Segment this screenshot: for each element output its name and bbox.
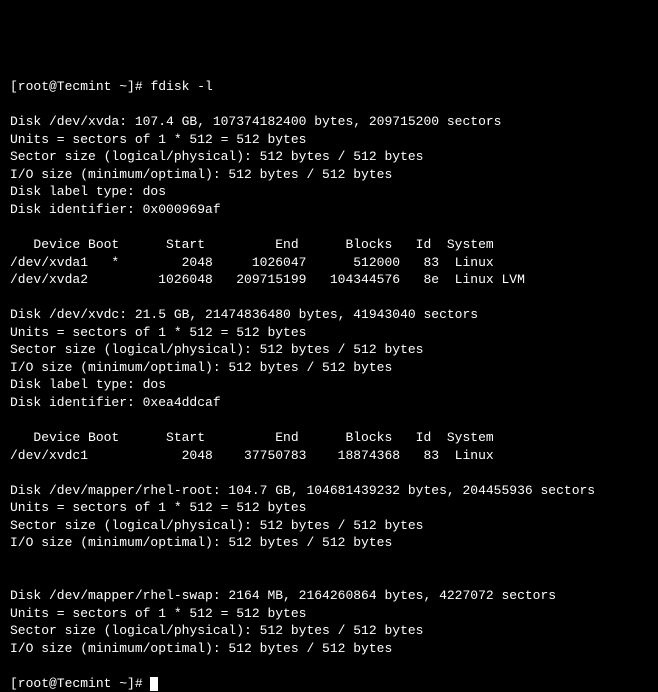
disk-sector: Sector size (logical/physical): 512 byte… xyxy=(10,149,423,164)
partition-row: /dev/xvdc1 2048 37750783 18874368 83 Lin… xyxy=(10,448,494,463)
partition-col-header: Device Boot Start End Blocks Id System xyxy=(10,237,494,252)
disk-io: I/O size (minimum/optimal): 512 bytes / … xyxy=(10,167,392,182)
disk-label: Disk label type: dos xyxy=(10,184,166,199)
disk-units: Units = sectors of 1 * 512 = 512 bytes xyxy=(10,606,306,621)
disk-id: Disk identifier: 0x000969af xyxy=(10,202,221,217)
disk-label: Disk label type: dos xyxy=(10,377,166,392)
disk-id: Disk identifier: 0xea4ddcaf xyxy=(10,395,221,410)
cursor-icon xyxy=(150,677,158,691)
disk-sector: Sector size (logical/physical): 512 byte… xyxy=(10,518,423,533)
command-text: fdisk -l xyxy=(150,79,212,94)
disk-io: I/O size (minimum/optimal): 512 bytes / … xyxy=(10,535,392,550)
disk-units: Units = sectors of 1 * 512 = 512 bytes xyxy=(10,132,306,147)
partition-row: /dev/xvda1 * 2048 1026047 512000 83 Linu… xyxy=(10,255,494,270)
disk-header: Disk /dev/mapper/rhel-swap: 2164 MB, 216… xyxy=(10,588,556,603)
disk-sector: Sector size (logical/physical): 512 byte… xyxy=(10,342,423,357)
disk-header: Disk /dev/xvda: 107.4 GB, 107374182400 b… xyxy=(10,114,501,129)
disk-io: I/O size (minimum/optimal): 512 bytes / … xyxy=(10,360,392,375)
disk-header: Disk /dev/xvdc: 21.5 GB, 21474836480 byt… xyxy=(10,307,478,322)
disk-header: Disk /dev/mapper/rhel-root: 104.7 GB, 10… xyxy=(10,483,595,498)
disk-sector: Sector size (logical/physical): 512 byte… xyxy=(10,623,423,638)
partition-col-header: Device Boot Start End Blocks Id System xyxy=(10,430,494,445)
disk-units: Units = sectors of 1 * 512 = 512 bytes xyxy=(10,500,306,515)
shell-prompt[interactable]: [root@Tecmint ~]# xyxy=(10,676,150,691)
disk-io: I/O size (minimum/optimal): 512 bytes / … xyxy=(10,641,392,656)
shell-prompt: [root@Tecmint ~]# xyxy=(10,79,150,94)
partition-row: /dev/xvda2 1026048 209715199 104344576 8… xyxy=(10,272,525,287)
disk-units: Units = sectors of 1 * 512 = 512 bytes xyxy=(10,325,306,340)
